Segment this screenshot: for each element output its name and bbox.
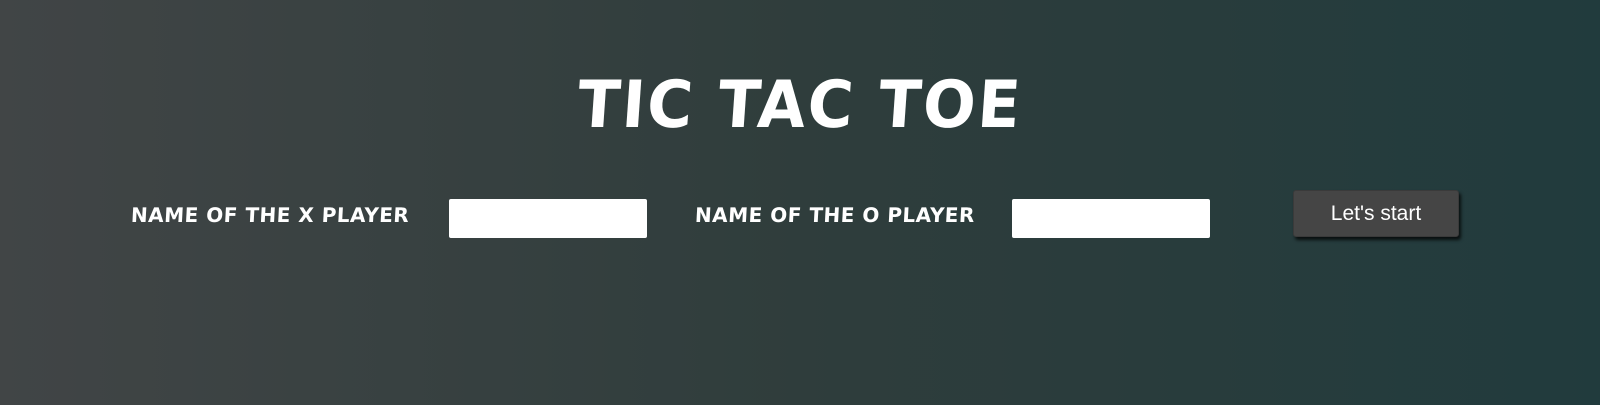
o-player-name-input[interactable] bbox=[1012, 199, 1210, 238]
start-game-button[interactable]: Let's start bbox=[1293, 190, 1459, 237]
o-player-label: NAME OF THE O PLAYER bbox=[694, 203, 976, 227]
page-title: TIC TAC TOE bbox=[575, 66, 1025, 143]
x-player-label: NAME OF THE X PLAYER bbox=[130, 203, 410, 227]
x-player-name-input[interactable] bbox=[449, 199, 647, 238]
